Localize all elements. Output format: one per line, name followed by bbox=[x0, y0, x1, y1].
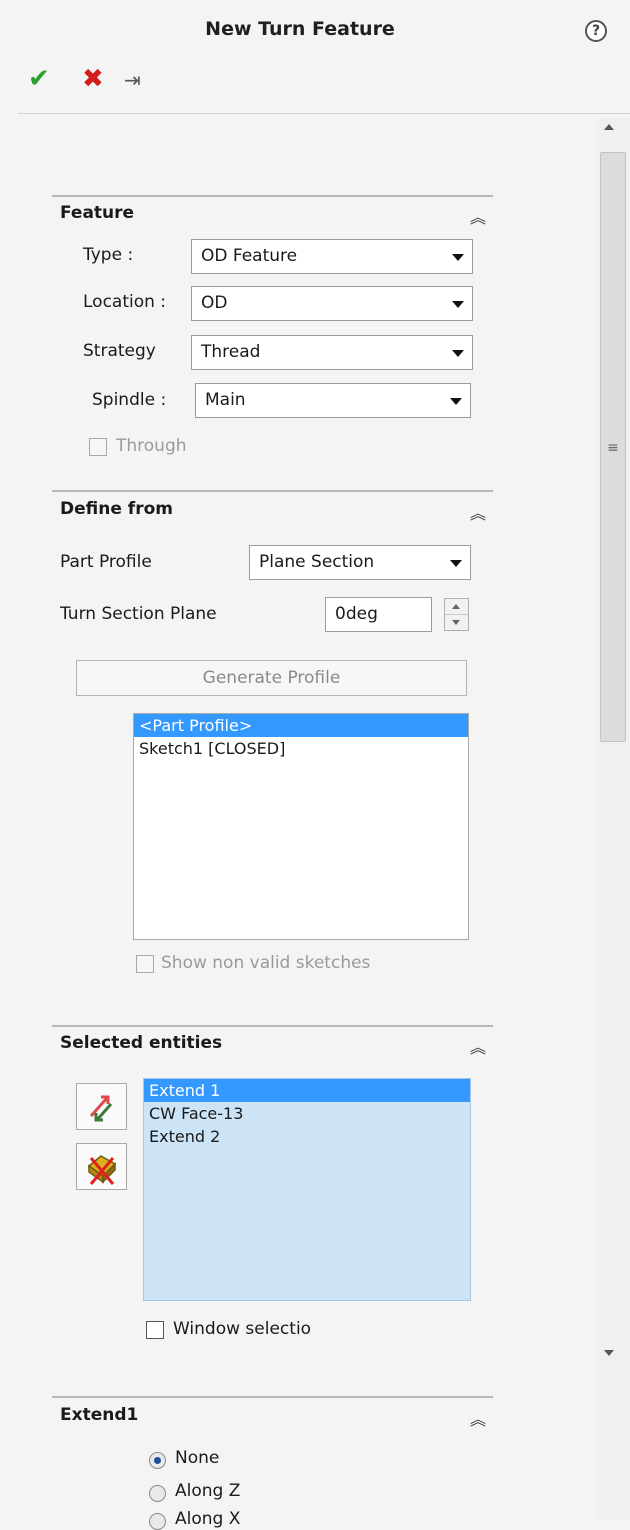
chevron-down-icon bbox=[452, 301, 464, 308]
list-item[interactable]: CW Face-13 bbox=[144, 1102, 470, 1125]
checkmark-icon[interactable]: ✔ bbox=[28, 64, 50, 94]
radio-along-z[interactable] bbox=[149, 1485, 166, 1502]
location-select[interactable]: OD bbox=[191, 286, 473, 321]
type-label: Type : bbox=[83, 245, 134, 265]
through-label: Through bbox=[116, 436, 187, 456]
list-item[interactable]: <Part Profile> bbox=[134, 714, 468, 737]
toolbar-divider bbox=[18, 113, 630, 114]
collapse-define-from-icon[interactable]: ︽ bbox=[468, 500, 488, 524]
turn-section-plane-label: Turn Section Plane bbox=[60, 604, 217, 624]
help-icon[interactable]: ? bbox=[585, 20, 607, 42]
list-item[interactable]: Extend 1 bbox=[144, 1079, 470, 1102]
window-selection-checkbox[interactable] bbox=[146, 1321, 164, 1339]
selected-entities-section-rule bbox=[52, 1025, 493, 1027]
scroll-down-icon[interactable] bbox=[604, 1350, 614, 1356]
reverse-direction-button[interactable] bbox=[76, 1083, 127, 1130]
collapse-selected-entities-icon[interactable]: ︽ bbox=[468, 1034, 488, 1058]
dialog-title: New Turn Feature bbox=[205, 18, 395, 40]
radio-along-z-label: Along Z bbox=[175, 1481, 241, 1501]
radio-along-x-label: Along X bbox=[175, 1509, 241, 1529]
chevron-down-icon bbox=[450, 560, 462, 567]
show-non-valid-checkbox[interactable] bbox=[136, 955, 154, 973]
selected-entities-list[interactable]: Extend 1 CW Face-13 Extend 2 bbox=[143, 1078, 471, 1301]
pushpin-icon[interactable]: ⇥ bbox=[124, 66, 141, 94]
clear-selection-button[interactable] bbox=[76, 1143, 127, 1190]
close-icon[interactable]: ✖ bbox=[82, 64, 104, 94]
spindle-select[interactable]: Main bbox=[195, 383, 471, 418]
radio-none[interactable] bbox=[149, 1452, 166, 1469]
reverse-direction-icon bbox=[89, 1095, 113, 1122]
window-selection-label: Window selectio bbox=[173, 1319, 312, 1339]
turn-section-plane-input[interactable]: 0deg bbox=[325, 597, 432, 632]
define-from-section-title[interactable]: Define from bbox=[60, 499, 173, 519]
show-non-valid-label: Show non valid sketches bbox=[161, 953, 371, 973]
type-select[interactable]: OD Feature bbox=[191, 239, 473, 274]
generate-profile-button[interactable]: Generate Profile bbox=[76, 660, 467, 696]
part-profile-select[interactable]: Plane Section bbox=[249, 545, 471, 580]
strategy-select[interactable]: Thread bbox=[191, 335, 473, 370]
location-label: Location : bbox=[83, 292, 167, 312]
feature-section-rule bbox=[52, 195, 493, 197]
spindle-label: Spindle : bbox=[92, 390, 167, 410]
part-profile-label: Part Profile bbox=[60, 552, 152, 572]
spin-up-icon[interactable] bbox=[452, 604, 460, 609]
chevron-down-icon bbox=[452, 350, 464, 357]
extend1-section-rule bbox=[52, 1396, 493, 1398]
strategy-label: Strategy bbox=[83, 341, 156, 361]
feature-section-title[interactable]: Feature bbox=[60, 203, 134, 223]
list-item[interactable]: Sketch1 [CLOSED] bbox=[134, 737, 468, 760]
selected-entities-section-title[interactable]: Selected entities bbox=[60, 1033, 222, 1053]
extend1-section-title[interactable]: Extend1 bbox=[60, 1405, 138, 1425]
profile-list[interactable]: <Part Profile> Sketch1 [CLOSED] bbox=[133, 713, 469, 940]
collapse-feature-icon[interactable]: ︽ bbox=[468, 204, 488, 228]
chevron-down-icon bbox=[450, 398, 462, 405]
radio-along-x[interactable] bbox=[149, 1513, 166, 1530]
grip-icon: ≡ bbox=[607, 440, 619, 456]
spin-down-icon[interactable] bbox=[452, 620, 460, 625]
clear-selection-icon bbox=[87, 1155, 117, 1185]
collapse-extend1-icon[interactable]: ︽ bbox=[468, 1406, 488, 1430]
define-from-section-rule bbox=[52, 490, 493, 492]
through-checkbox[interactable] bbox=[89, 438, 107, 456]
radio-none-label: None bbox=[175, 1448, 220, 1468]
list-item[interactable]: Extend 2 bbox=[144, 1125, 470, 1148]
chevron-down-icon bbox=[452, 254, 464, 261]
scroll-up-icon[interactable] bbox=[604, 124, 614, 130]
angle-spinner[interactable] bbox=[444, 598, 469, 631]
